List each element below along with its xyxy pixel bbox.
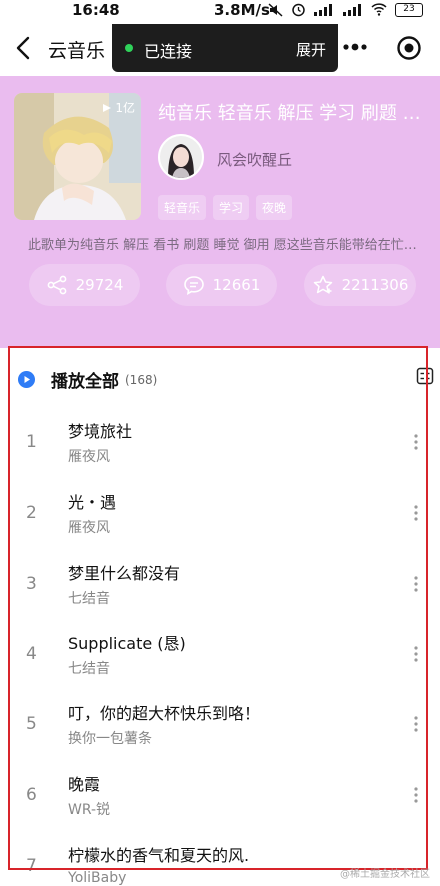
play-all-button[interactable]: 播放全部 (168) (18, 367, 157, 392)
song-row[interactable]: 4 Supplicate (恳) 七结音 (0, 620, 440, 690)
song-number: 1 (26, 432, 37, 452)
share-button[interactable]: 29724 (29, 264, 140, 306)
song-title: Supplicate (恳) (68, 634, 186, 653)
collect-button[interactable]: 2211306 (304, 264, 416, 306)
tag-light-music[interactable]: 轻音乐 (158, 195, 207, 220)
tag-study[interactable]: 学习 (213, 195, 250, 220)
playlist-title: 纯音乐 轻音乐 解压 学习 刷题 睡觉 (158, 103, 428, 124)
connected-dot-icon (125, 44, 133, 52)
song-row[interactable]: 5 叮，你的超大杯快乐到咯！ 换你一包薯条 (0, 690, 440, 760)
app-header: 云音乐 已连接 展开 (0, 22, 440, 76)
song-title: 梦境旅社 (68, 422, 133, 441)
song-artist: 换你一包薯条 (68, 731, 152, 747)
song-more-icon[interactable] (412, 432, 420, 452)
status-icons (268, 2, 387, 17)
song-row[interactable]: 2 光・遇 雁夜风 (0, 479, 440, 549)
comment-icon (183, 276, 204, 296)
wifi-icon (371, 3, 387, 16)
playlist-header: 1亿 纯音乐 轻音乐 解压 学习 刷题 睡觉 风会吹醒丘 轻音乐 学习 夜晚 此… (0, 76, 440, 348)
song-number: 3 (26, 574, 37, 594)
song-row[interactable]: 3 梦里什么都没有 七结音 (0, 550, 440, 620)
status-bar: 16:48 3.8M/s 23 (0, 0, 440, 22)
battery-indicator: 23 (395, 3, 423, 17)
song-title: 光・遇 (68, 493, 117, 512)
song-more-icon[interactable] (412, 714, 420, 734)
share-icon (47, 275, 67, 295)
creator-avatar[interactable] (158, 134, 204, 180)
song-row[interactable]: 1 梦境旅社 雁夜风 (0, 408, 440, 478)
multi-select-icon[interactable] (416, 367, 434, 385)
connection-status-pill[interactable]: 已连接 展开 (112, 24, 338, 72)
song-number: 4 (26, 644, 37, 664)
song-artist: 雁夜风 (68, 520, 110, 536)
expand-button[interactable]: 展开 (296, 39, 326, 60)
song-title: 叮，你的超大杯快乐到咯！ (68, 704, 261, 723)
song-number: 6 (26, 785, 37, 805)
cover-play-count: 1亿 (102, 99, 135, 116)
song-artist: WR-锐 (68, 802, 111, 818)
song-title: 晚霞 (68, 775, 101, 794)
tag-night[interactable]: 夜晚 (256, 195, 293, 220)
song-artist: 雁夜风 (68, 449, 110, 465)
share-count: 29724 (75, 276, 124, 294)
play-all-label: 播放全部 (51, 372, 119, 392)
song-total-count: (168) (125, 372, 158, 387)
page-title: 云音乐 (48, 40, 106, 62)
playlist-description[interactable]: 此歌单为纯音乐 解压 看书 刷题 睡觉 御用 愿这些音乐能带给在忙碌中的你一丝放… (28, 234, 423, 253)
watermark: @稀土掘金技术社区 (340, 869, 430, 880)
mute-icon (268, 2, 283, 17)
playlist-cover[interactable]: 1亿 (14, 93, 141, 220)
cover-play-count-text: 1亿 (115, 101, 135, 115)
play-count-icon (103, 103, 112, 112)
comment-count: 12661 (212, 276, 261, 294)
song-more-icon[interactable] (412, 785, 420, 805)
song-artist: 七结音 (68, 661, 110, 677)
song-artist: YoliBaby (68, 870, 127, 886)
playlist-tags: 轻音乐 学习 夜晚 (158, 195, 293, 220)
song-more-icon[interactable] (412, 503, 420, 523)
comment-button[interactable]: 12661 (166, 264, 277, 306)
song-list: 播放全部 (168) 1 梦境旅社 雁夜风 2 光・遇 雁夜风 3 梦里什么都没… (0, 348, 440, 886)
signal-icon (314, 3, 332, 16)
song-number: 7 (26, 856, 37, 876)
song-artist: 七结音 (68, 591, 110, 607)
play-all-icon (18, 371, 35, 388)
song-title: 梦里什么都没有 (68, 564, 181, 583)
song-more-icon[interactable] (412, 644, 420, 664)
song-row[interactable]: 6 晚霞 WR-锐 (0, 761, 440, 831)
song-more-icon[interactable] (412, 574, 420, 594)
song-title: 柠檬水的香气和夏天的风. (68, 846, 250, 865)
collect-star-icon (313, 275, 332, 294)
connection-status-text: 已连接 (144, 42, 193, 61)
song-number: 5 (26, 714, 37, 734)
back-arrow-icon[interactable] (12, 34, 36, 62)
network-speed: 3.8M/s (214, 1, 270, 19)
close-miniprogram-icon[interactable] (396, 35, 422, 61)
avatar-image (160, 136, 202, 178)
song-number: 2 (26, 503, 37, 523)
collect-count: 2211306 (341, 276, 409, 294)
creator-name[interactable]: 风会吹醒丘 (217, 149, 292, 170)
more-dots-icon[interactable] (342, 42, 368, 52)
signal-icon-2 (343, 3, 361, 16)
status-time: 16:48 (72, 1, 120, 19)
alarm-icon (292, 3, 305, 17)
